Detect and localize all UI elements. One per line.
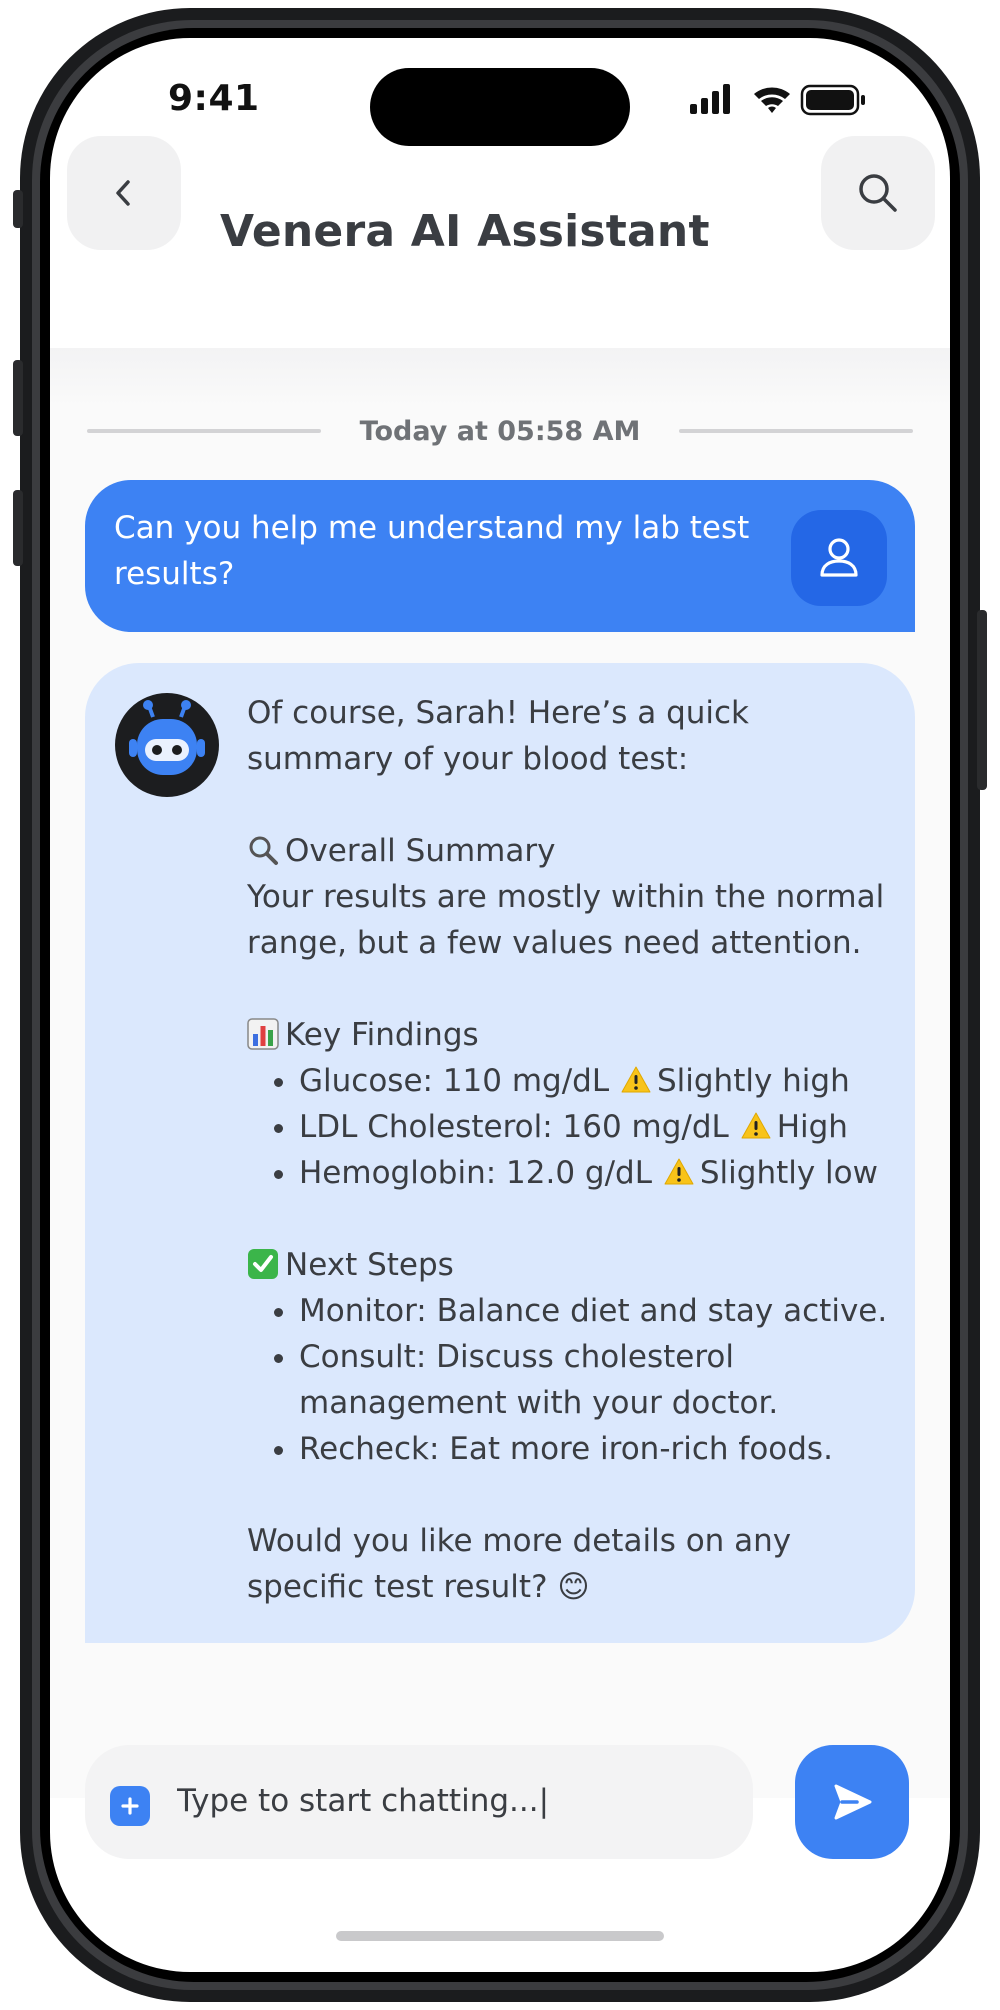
search-icon: [859, 174, 897, 212]
user-icon: [820, 538, 858, 577]
bar-chart-emoji-icon: [247, 1018, 279, 1050]
home-indicator[interactable]: [336, 1931, 664, 1941]
date-label: Today at 05:58 AM: [359, 416, 641, 447]
findings-list: Glucose: 110 mg/dL Slightly high LDL Cho…: [247, 1058, 897, 1196]
finding-item: Hemoglobin: 12.0 g/dL Slightly low: [299, 1150, 897, 1196]
bot-avatar: [115, 693, 219, 797]
steps-heading: Next Steps: [247, 1242, 897, 1288]
volume-up-button: [13, 360, 23, 436]
warning-icon: [621, 1066, 651, 1093]
bot-closing: Would you like more details on any speci…: [247, 1523, 792, 1605]
chevron-left-icon: [116, 180, 130, 206]
step-item: Recheck: Eat more iron-rich foods.: [299, 1426, 897, 1472]
wifi-icon: [754, 87, 790, 113]
summary-text: Your results are mostly within the norma…: [247, 879, 885, 961]
search-button[interactable]: [821, 136, 935, 250]
bot-intro: Of course, Sarah! Here’s a quick summary…: [247, 695, 750, 777]
summary-title: Overall Summary: [285, 833, 556, 869]
step-item: Consult: Discuss cholesterol management …: [299, 1334, 897, 1426]
send-icon: [834, 1784, 872, 1820]
findings-title: Key Findings: [285, 1017, 479, 1053]
plus-icon: [121, 1797, 139, 1815]
send-button[interactable]: [795, 1745, 909, 1859]
back-button[interactable]: [67, 136, 181, 250]
warning-icon: [741, 1112, 771, 1139]
dynamic-island: [370, 68, 630, 146]
attach-button[interactable]: [110, 1786, 150, 1826]
phone-screen: 9:41 Venera AI Assistant Today at 05:58 …: [50, 38, 950, 1972]
volume-down-button: [13, 490, 23, 566]
robot-icon: [129, 700, 205, 775]
battery-icon: [800, 84, 865, 116]
steps-list: Monitor: Balance diet and stay active. C…: [247, 1288, 897, 1472]
finding-item: LDL Cholesterol: 160 mg/dL High: [299, 1104, 897, 1150]
user-message-text: Can you help me understand my lab test r…: [114, 510, 750, 592]
signal-icon: [690, 84, 730, 114]
power-button: [977, 610, 987, 790]
bot-message-text: Of course, Sarah! Here’s a quick summary…: [247, 690, 897, 1610]
user-avatar: [791, 510, 887, 606]
action-button: [13, 190, 23, 228]
warning-icon: [664, 1158, 694, 1185]
message-input[interactable]: [177, 1783, 737, 1819]
summary-heading: Overall Summary: [247, 828, 897, 874]
page-title: Venera AI Assistant: [220, 206, 710, 257]
magnifier-emoji-icon: [249, 836, 278, 865]
step-item: Monitor: Balance diet and stay active.: [299, 1288, 897, 1334]
status-time: 9:41: [168, 78, 260, 119]
status-icons: [690, 84, 865, 116]
findings-heading: Key Findings: [247, 1012, 897, 1058]
finding-item: Glucose: 110 mg/dL Slightly high: [299, 1058, 897, 1104]
check-mark-emoji-icon: [248, 1249, 278, 1279]
steps-title: Next Steps: [285, 1247, 454, 1283]
